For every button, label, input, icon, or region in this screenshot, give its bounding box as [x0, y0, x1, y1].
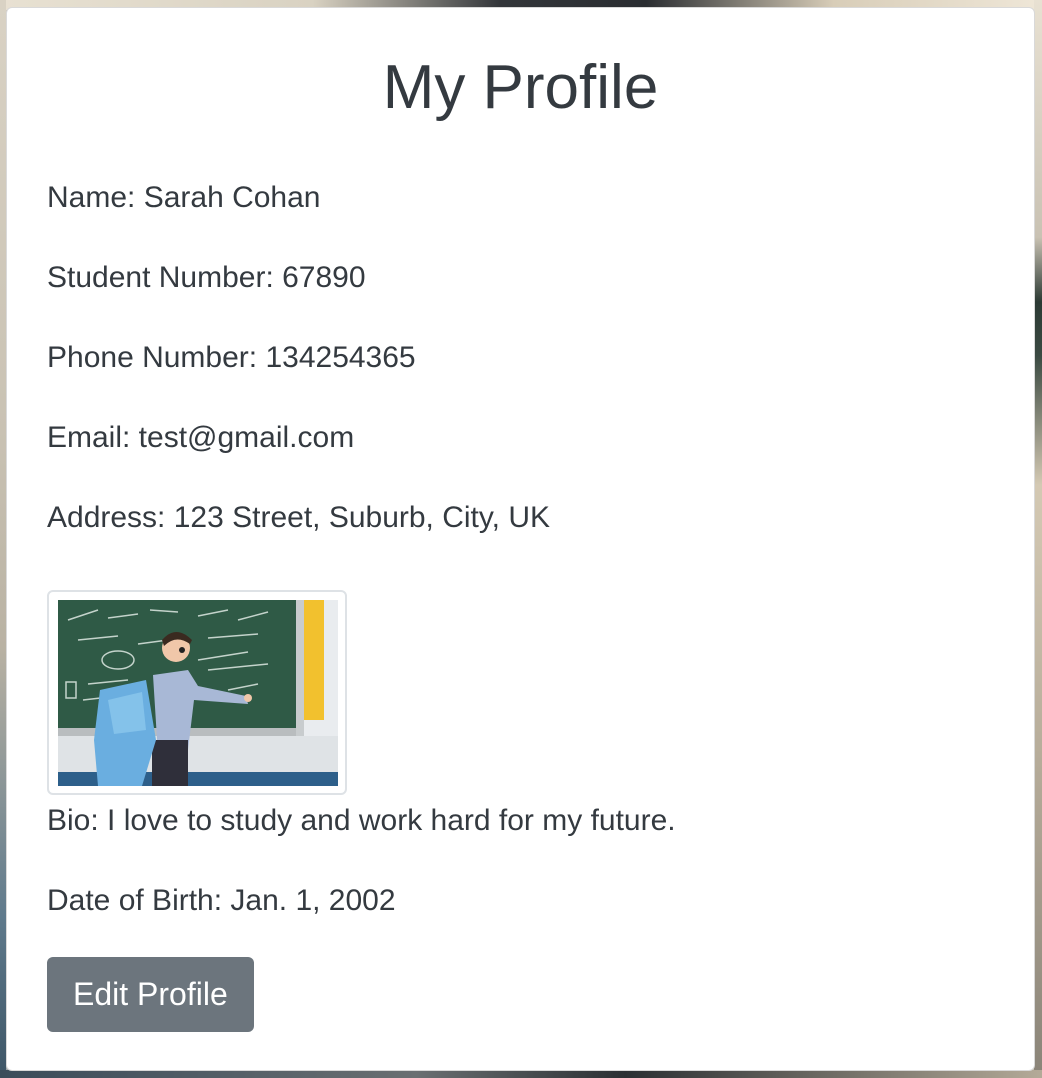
name-field: Name: Sarah Cohan [47, 181, 321, 214]
bio-field: Bio: I love to study and work hard for m… [47, 804, 676, 837]
profile-photo [47, 590, 347, 795]
edit-profile-button[interactable]: Edit Profile [47, 957, 254, 1032]
page-title: My Profile [382, 53, 659, 122]
profile-card: My Profile Name: Sarah Cohan Student Num… [6, 7, 1035, 1071]
profile-photo-image [58, 600, 338, 786]
phone-number-field: Phone Number: 134254365 [47, 341, 416, 374]
background-photo-bottom [0, 1070, 1042, 1078]
background-photo-right [1034, 0, 1042, 1078]
student-number-field: Student Number: 67890 [47, 261, 366, 294]
date-of-birth-field: Date of Birth: Jan. 1, 2002 [47, 884, 396, 917]
address-field: Address: 123 Street, Suburb, City, UK [47, 501, 551, 534]
email-field: Email: test@gmail.com [47, 421, 355, 454]
